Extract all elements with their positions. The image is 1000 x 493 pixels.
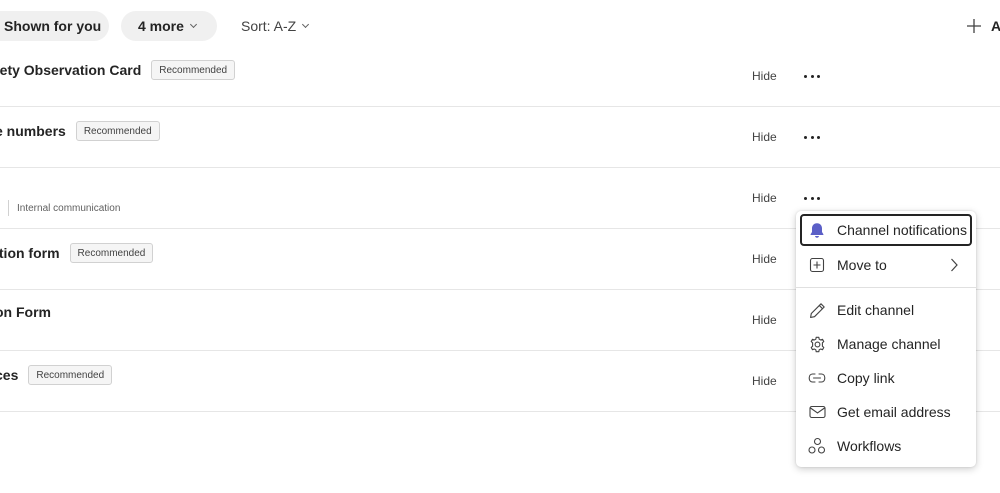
- divider: [8, 200, 9, 216]
- add-label: A: [991, 18, 1000, 34]
- menu-item-manage-channel[interactable]: Manage channel: [800, 328, 972, 360]
- add-channel-button[interactable]: A: [966, 11, 1000, 41]
- menu-item-edit-channel[interactable]: Edit channel: [800, 294, 972, 326]
- move-to-icon: [809, 257, 825, 273]
- channel-name: fety Observation Card: [0, 62, 142, 78]
- filter-toolbar: Shown for you 4 more Sort: A-Z A: [0, 0, 1000, 52]
- menu-item-get-email-address[interactable]: Get email address: [800, 396, 972, 428]
- menu-item-channel-notifications[interactable]: Channel notifications: [800, 214, 972, 246]
- menu-item-label: Channel notifications: [837, 222, 967, 238]
- sort-label: Sort: A-Z: [241, 18, 297, 34]
- workflows-icon: [808, 437, 826, 454]
- plus-icon: [967, 19, 981, 33]
- channel-name: on Form: [0, 304, 51, 320]
- chevron-right-icon: [951, 258, 958, 272]
- channel-name: e numbers: [0, 123, 66, 139]
- recommended-badge: Recommended: [28, 365, 113, 385]
- sort-dropdown[interactable]: Sort: A-Z: [241, 11, 310, 41]
- menu-item-label: Copy link: [837, 370, 895, 386]
- link-icon: [808, 373, 826, 383]
- menu-item-move-to[interactable]: Move to: [800, 249, 972, 281]
- menu-item-copy-link[interactable]: Copy link: [800, 362, 972, 394]
- more-options-button[interactable]: [803, 129, 821, 145]
- channel-context-menu: Channel notifications Move to Edit chann…: [796, 211, 976, 467]
- channel-name: ition form: [0, 245, 60, 261]
- channel-row[interactable]: e numbers Recommended Hide: [0, 107, 1000, 168]
- more-filters-button[interactable]: 4 more: [121, 11, 217, 41]
- chevron-down-icon: [189, 20, 197, 28]
- menu-item-workflows[interactable]: Workflows: [800, 430, 972, 462]
- hide-button[interactable]: Hide: [752, 374, 777, 388]
- menu-item-label: Manage channel: [837, 336, 941, 352]
- ellipsis-icon: [804, 196, 807, 200]
- hide-button[interactable]: Hide: [752, 130, 777, 144]
- shown-for-you-filter[interactable]: Shown for you: [0, 11, 109, 41]
- chevron-down-icon: [302, 20, 310, 28]
- mail-icon: [808, 405, 826, 419]
- hide-button[interactable]: Hide: [752, 252, 777, 266]
- gear-icon: [810, 336, 824, 352]
- menu-item-label: Move to: [837, 257, 887, 273]
- more-options-button-active[interactable]: [803, 190, 821, 206]
- ellipsis-icon: [804, 74, 807, 78]
- more-options-button[interactable]: [803, 68, 821, 84]
- menu-item-label: Get email address: [837, 404, 951, 420]
- more-filters-label: 4 more: [138, 18, 184, 34]
- hide-button[interactable]: Hide: [752, 191, 777, 205]
- menu-item-label: Edit channel: [837, 302, 915, 318]
- shown-for-you-label: Shown for you: [4, 18, 102, 34]
- recommended-badge: Recommended: [151, 60, 236, 80]
- bell-icon: [810, 222, 824, 238]
- recommended-badge: Recommended: [69, 243, 154, 263]
- pencil-icon: [809, 302, 825, 318]
- hide-button[interactable]: Hide: [752, 313, 777, 327]
- channel-name: ces: [0, 367, 19, 383]
- channel-description: Internal communication: [17, 202, 121, 214]
- ellipsis-icon: [804, 135, 807, 139]
- menu-item-label: Workflows: [837, 438, 902, 454]
- hide-button[interactable]: Hide: [752, 69, 777, 83]
- recommended-badge: Recommended: [75, 121, 160, 141]
- menu-divider: [796, 287, 976, 288]
- channel-row[interactable]: fety Observation Card Recommended Hide: [0, 46, 1000, 107]
